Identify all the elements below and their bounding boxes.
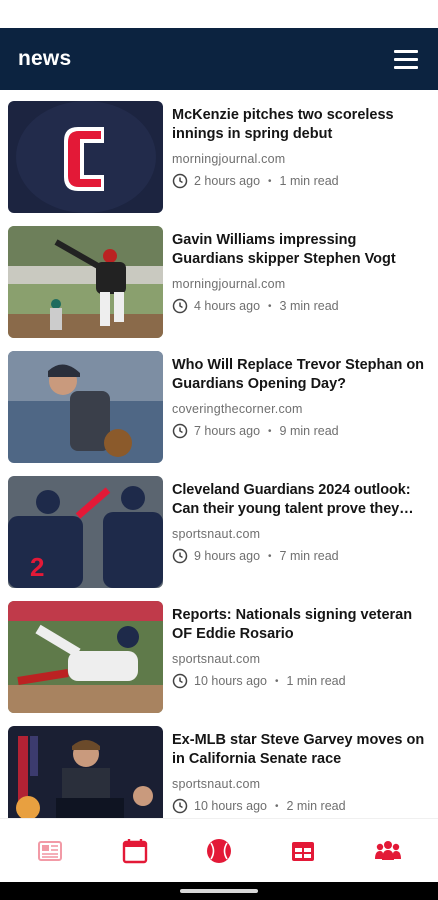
article-headline: Who Will Replace Trevor Stephan on Guard…: [172, 357, 425, 392]
system-gesture-bar: [0, 882, 438, 900]
cleveland-cap-logo-image: [8, 101, 163, 213]
player-sliding-image: [8, 601, 163, 713]
article-thumbnail: 2: [8, 476, 163, 588]
article-time: 10 hours ago: [194, 799, 267, 813]
clock-icon: [172, 298, 188, 314]
clock-icon: [172, 423, 188, 439]
article-read-time: 7 min read: [279, 549, 339, 563]
article-card[interactable]: 2 Cleveland Guardians 2024 outlook: Can …: [8, 476, 436, 588]
article-time: 9 hours ago: [194, 549, 261, 563]
article-source: morningjournal.com: [172, 277, 286, 291]
nav-news[interactable]: [28, 829, 72, 873]
home-gesture-handle[interactable]: [180, 889, 258, 893]
article-headline: Ex-MLB star Steve Garvey moves on in Cal…: [172, 732, 425, 767]
nav-scores[interactable]: [197, 829, 241, 873]
article-card[interactable]: Ex-MLB star Steve Garvey moves on in Cal…: [8, 726, 436, 818]
clock-icon: [172, 548, 188, 564]
separator-dot: •: [274, 675, 279, 687]
newspaper-icon: [38, 840, 63, 861]
article-read-time: 9 min read: [279, 424, 339, 438]
nav-schedule[interactable]: [113, 829, 157, 873]
article-source: sportsnaut.com: [172, 652, 261, 666]
article-headline: Gavin Williams impressing Guardians skip…: [172, 232, 396, 267]
news-feed[interactable]: McKenzie pitches two scoreless innings i…: [0, 90, 438, 818]
article-source: sportsnaut.com: [172, 777, 261, 791]
article-thumbnail: [8, 101, 163, 213]
team-icon: [374, 840, 401, 860]
article-card[interactable]: Who Will Replace Trevor Stephan on Guard…: [8, 351, 436, 463]
article-time: 4 hours ago: [194, 299, 261, 313]
article-read-time: 3 min read: [279, 299, 339, 313]
article-source: sportsnaut.com: [172, 527, 261, 541]
pitcher-throwing-image: [8, 226, 163, 338]
separator-dot: •: [268, 550, 272, 562]
clock-icon: [172, 798, 188, 814]
hamburger-menu-icon[interactable]: [394, 45, 422, 73]
article-source: coveringthecorner.com: [172, 402, 303, 416]
article-thumbnail: [8, 601, 163, 713]
pitcher-in-dugout-image: [8, 351, 163, 463]
nav-standings[interactable]: [281, 829, 325, 873]
article-read-time: 1 min read: [279, 174, 339, 188]
nav-roster[interactable]: [366, 829, 410, 873]
app-header: news: [0, 28, 438, 90]
article-time: 7 hours ago: [194, 424, 261, 438]
article-time: 2 hours ago: [194, 174, 261, 188]
article-headline: Cleveland Guardians 2024 outlook: Can th…: [172, 482, 411, 517]
article-read-time: 2 min read: [286, 799, 346, 813]
article-time: 10 hours ago: [194, 674, 267, 688]
players-celebrating-image: 2: [8, 476, 163, 588]
clock-icon: [172, 673, 188, 689]
calendar-icon: [122, 838, 147, 863]
article-headline: Reports: Nationals signing veteran OF Ed…: [172, 607, 413, 642]
status-bar: [0, 0, 438, 28]
bottom-navigation: [0, 818, 438, 882]
article-headline: McKenzie pitches two scoreless innings i…: [172, 107, 394, 142]
separator-dot: •: [268, 425, 272, 437]
article-thumbnail: [8, 351, 163, 463]
separator-dot: •: [268, 300, 272, 312]
separator-dot: •: [268, 175, 272, 187]
article-card[interactable]: Gavin Williams impressing Guardians skip…: [8, 226, 436, 338]
baseball-icon: [206, 838, 231, 863]
article-thumbnail: [8, 726, 163, 818]
article-read-time: 1 min read: [286, 674, 346, 688]
table-icon: [292, 841, 315, 861]
separator-dot: •: [274, 800, 279, 812]
politician-at-podium-image: [8, 726, 163, 818]
svg-text:2: 2: [30, 552, 44, 582]
article-card[interactable]: McKenzie pitches two scoreless innings i…: [8, 101, 436, 213]
page-title: news: [18, 47, 72, 70]
article-card[interactable]: Reports: Nationals signing veteran OF Ed…: [8, 601, 436, 713]
clock-icon: [172, 173, 188, 189]
article-thumbnail: [8, 226, 163, 338]
article-source: morningjournal.com: [172, 152, 286, 166]
